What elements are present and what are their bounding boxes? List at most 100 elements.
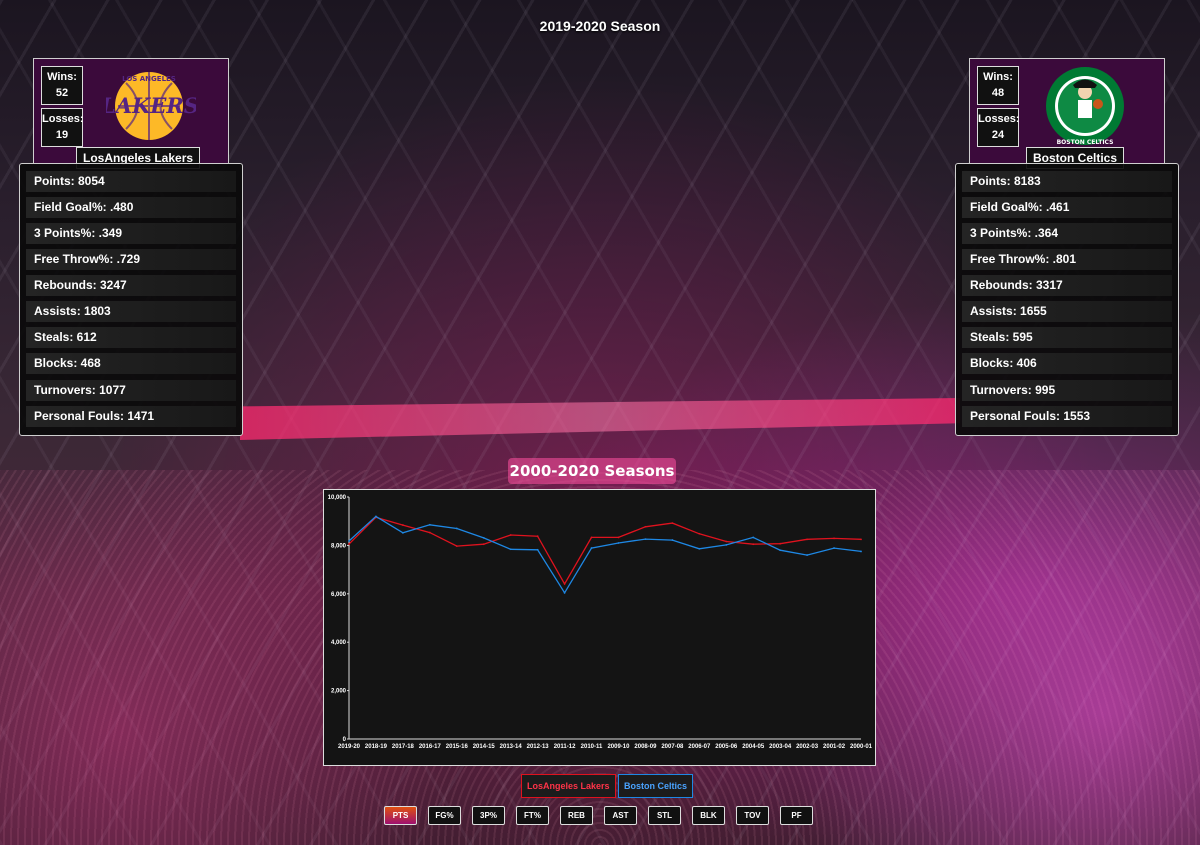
stat-button-ast[interactable]: AST	[604, 806, 637, 825]
wins-label: Wins:	[983, 71, 1013, 83]
celtics-data-point	[536, 548, 539, 551]
y-tick-label: 10,000	[328, 495, 347, 501]
lakers-stat-personal-fouls: Personal Fouls: 1471	[26, 406, 236, 427]
x-tick-label: 2019-20	[338, 744, 361, 750]
lakers-stat-three-points-pct: 3 Points%: .349	[26, 223, 236, 244]
stat-button-ft-pct[interactable]: FT%	[516, 806, 549, 825]
celtics-stat-steals: Steals: 595	[962, 327, 1172, 348]
stat-button-pts[interactable]: PTS	[384, 806, 417, 825]
arena-led-ribbon	[240, 398, 960, 440]
lakers-logo: LOS ANGELES LAKERS	[106, 72, 196, 140]
x-tick-label: 2002-03	[796, 744, 819, 750]
celtics-logo-text: BOSTON CELTICS	[1057, 139, 1114, 146]
celtics-data-point	[590, 547, 593, 549]
celtics-stat-rebounds: Rebounds: 3317	[962, 275, 1172, 296]
losses-value: 19	[55, 129, 69, 141]
lakers-logo-subtext: LOS ANGELES	[122, 75, 176, 83]
celtics-stat-free-throw-pct: Free Throw%: .801	[962, 249, 1172, 270]
celtics-data-point	[671, 539, 674, 541]
x-tick-label: 2012-13	[527, 744, 550, 750]
lakers-data-point	[563, 582, 566, 585]
lakers-stat-field-goal-pct: Field Goal%: .480	[26, 197, 236, 218]
lakers-data-point	[428, 531, 431, 534]
wins-value: 52	[55, 87, 69, 99]
lakers-data-point	[455, 545, 458, 548]
celtics-data-point	[752, 536, 755, 539]
lakers-data-point	[671, 522, 674, 525]
lakers-data-point	[644, 525, 647, 528]
lakers-data-point	[806, 538, 809, 541]
points-history-chart: 0 2,000 4,000 6,000 8,000 10,000 2019-20 2018-1…	[323, 489, 876, 766]
x-tick-label: 2015-16	[446, 744, 469, 750]
arena-seasons-sign: 2000-2020 Seasons	[508, 458, 676, 484]
wins-label: Wins:	[47, 71, 77, 83]
y-tick-label: 4,000	[331, 640, 347, 646]
line-chart-svg: 0 2,000 4,000 6,000 8,000 10,000 2019-20 2018-1…	[328, 495, 873, 750]
lakers-data-point	[698, 532, 701, 535]
x-tick-label: 2017-18	[392, 744, 415, 750]
celtics-data-point	[428, 523, 431, 526]
celtics-stat-turnovers: Turnovers: 995	[962, 380, 1172, 401]
celtics-stat-points: Points: 8183	[962, 171, 1172, 192]
lakers-data-point	[509, 534, 512, 536]
x-tick-label: 2004-05	[742, 744, 765, 750]
celtics-data-point	[725, 544, 728, 546]
lakers-team-card: Wins: 52 Losses: 19 LOS ANGELES LAKERS L…	[33, 58, 229, 169]
stat-button-blk[interactable]: BLK	[692, 806, 725, 825]
stat-button-fg-pct[interactable]: FG%	[428, 806, 461, 825]
x-tick-label: 2003-04	[769, 744, 792, 750]
lakers-stats-panel: Points: 8054 Field Goal%: .480 3 Points%…	[19, 163, 243, 436]
lakers-losses-box: Losses: 19	[41, 108, 84, 147]
x-tick-label: 2000-01	[850, 744, 873, 750]
stat-button-3p-pct[interactable]: 3P%	[472, 806, 505, 825]
lakers-data-point	[779, 542, 782, 545]
y-tick-label: 8,000	[331, 543, 347, 549]
lakers-data-point	[401, 524, 404, 526]
celtics-losses-box: Losses: 24	[977, 108, 1020, 147]
lakers-data-point	[860, 538, 862, 541]
x-tick-label: 2016-17	[419, 744, 442, 750]
celtics-stat-field-goal-pct: Field Goal%: .461	[962, 197, 1172, 218]
x-tick-label: 2008-09	[634, 744, 657, 750]
celtics-data-point	[482, 536, 485, 539]
legend-lakers-button[interactable]: LosAngeles Lakers	[521, 774, 616, 798]
season-title: 2019-2020 Season	[539, 18, 661, 34]
lakers-wins-box: Wins: 52	[41, 66, 83, 105]
x-tick-label: 2005-06	[715, 744, 738, 750]
x-tick-label: 2001-02	[823, 744, 846, 750]
losses-label: Losses:	[42, 113, 84, 125]
celtics-data-point	[644, 538, 647, 541]
lakers-stat-steals: Steals: 612	[26, 327, 236, 348]
celtics-points-line	[348, 515, 862, 595]
x-tick-label: 2011-12	[554, 744, 576, 750]
y-tick-label: 0	[343, 737, 347, 743]
stat-button-pf[interactable]: PF	[780, 806, 813, 825]
celtics-data-point	[860, 550, 862, 553]
celtics-data-point	[833, 547, 835, 549]
stat-button-reb[interactable]: REB	[560, 806, 593, 825]
lakers-stat-rebounds: Rebounds: 3247	[26, 275, 236, 296]
celtics-stat-blocks: Blocks: 406	[962, 353, 1172, 374]
celtics-data-point	[779, 549, 782, 552]
lakers-data-point	[725, 540, 728, 543]
celtics-wins-box: Wins: 48	[977, 66, 1019, 105]
stat-button-stl[interactable]: STL	[648, 806, 681, 825]
y-tick-label: 2,000	[331, 689, 347, 695]
x-tick-label: 2009-10	[607, 744, 630, 750]
celtics-data-point	[806, 554, 809, 556]
lakers-data-point	[617, 536, 620, 539]
celtics-logo: BOSTON CELTICS	[1046, 67, 1124, 146]
x-tick-label: 2013-14	[500, 744, 523, 750]
lakers-data-point	[348, 543, 350, 545]
celtics-data-point	[401, 531, 404, 534]
stat-button-tov[interactable]: TOV	[736, 806, 769, 825]
legend-celtics-button[interactable]: Boston Celtics	[618, 774, 694, 798]
celtics-data-point	[563, 591, 566, 594]
wins-value: 48	[991, 87, 1005, 99]
x-tick-label: 2010-11	[581, 744, 603, 750]
x-tick-label: 2007-08	[661, 744, 684, 750]
losses-value: 24	[991, 129, 1005, 141]
celtics-stat-personal-fouls: Personal Fouls: 1553	[962, 406, 1172, 427]
lakers-stat-blocks: Blocks: 468	[26, 353, 236, 374]
celtics-data-point	[375, 515, 377, 518]
